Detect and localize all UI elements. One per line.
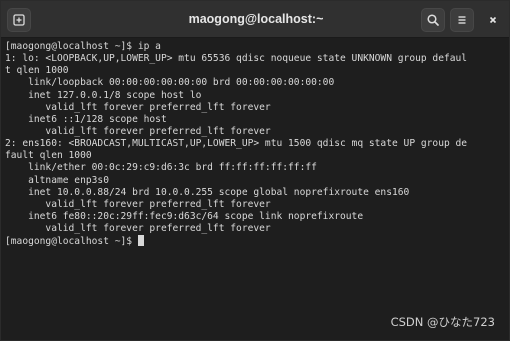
terminal-line: valid_lft forever preferred_lft forever <box>5 125 271 137</box>
terminal-line: altname enp3s0 <box>5 174 109 186</box>
terminal-line: valid_lft forever preferred_lft forever <box>5 223 271 235</box>
terminal-line: inet6 ::1/128 scope host <box>5 113 167 125</box>
terminal-line: inet 10.0.0.88/24 brd 10.0.0.255 scope g… <box>5 186 410 198</box>
text-cursor <box>137 235 144 247</box>
terminal-line: fault qlen 1000 <box>5 150 92 162</box>
terminal-line: inet 127.0.0.1/8 scope host lo <box>5 89 202 101</box>
terminal-line: valid_lft forever preferred_lft forever <box>5 101 271 113</box>
terminal-window: maogong@localhost:~ [maogong@localhost ~… <box>0 0 510 341</box>
terminal-line: link/loopback 00:00:00:00:00:00 brd 00:0… <box>5 77 335 89</box>
new-tab-button[interactable] <box>7 8 31 32</box>
terminal-line: 2: ens160: <BROADCAST,MULTICAST,UP,LOWER… <box>5 138 468 150</box>
terminal-line: link/ether 00:0c:29:c9:d6:3c brd ff:ff:f… <box>5 162 317 174</box>
close-button[interactable] <box>481 8 505 32</box>
watermark: CSDN @ひなた723 <box>390 315 495 329</box>
hamburger-menu-icon <box>458 16 466 24</box>
titlebar: maogong@localhost:~ <box>1 1 509 38</box>
terminal-output[interactable]: [maogong@localhost ~]$ ip a 1: lo: <LOOP… <box>5 41 505 337</box>
terminal-line: t qlen 1000 <box>5 65 69 77</box>
terminal-line: valid_lft forever preferred_lft forever <box>5 198 271 210</box>
search-button[interactable] <box>421 8 445 32</box>
terminal-prompt-line: [maogong@localhost ~]$ <box>5 235 505 247</box>
terminal-prompt: [maogong@localhost ~]$ <box>5 236 138 248</box>
search-icon <box>427 14 439 26</box>
menu-button[interactable] <box>450 8 474 32</box>
terminal-line: [maogong@localhost ~]$ ip a <box>5 41 161 52</box>
new-tab-icon <box>13 14 25 26</box>
close-icon <box>489 16 497 24</box>
terminal-line: inet6 fe80::20c:29ff:fec9:d63c/64 scope … <box>5 210 364 222</box>
terminal-line: 1: lo: <LOOPBACK,UP,LOWER_UP> mtu 65536 … <box>5 53 468 65</box>
